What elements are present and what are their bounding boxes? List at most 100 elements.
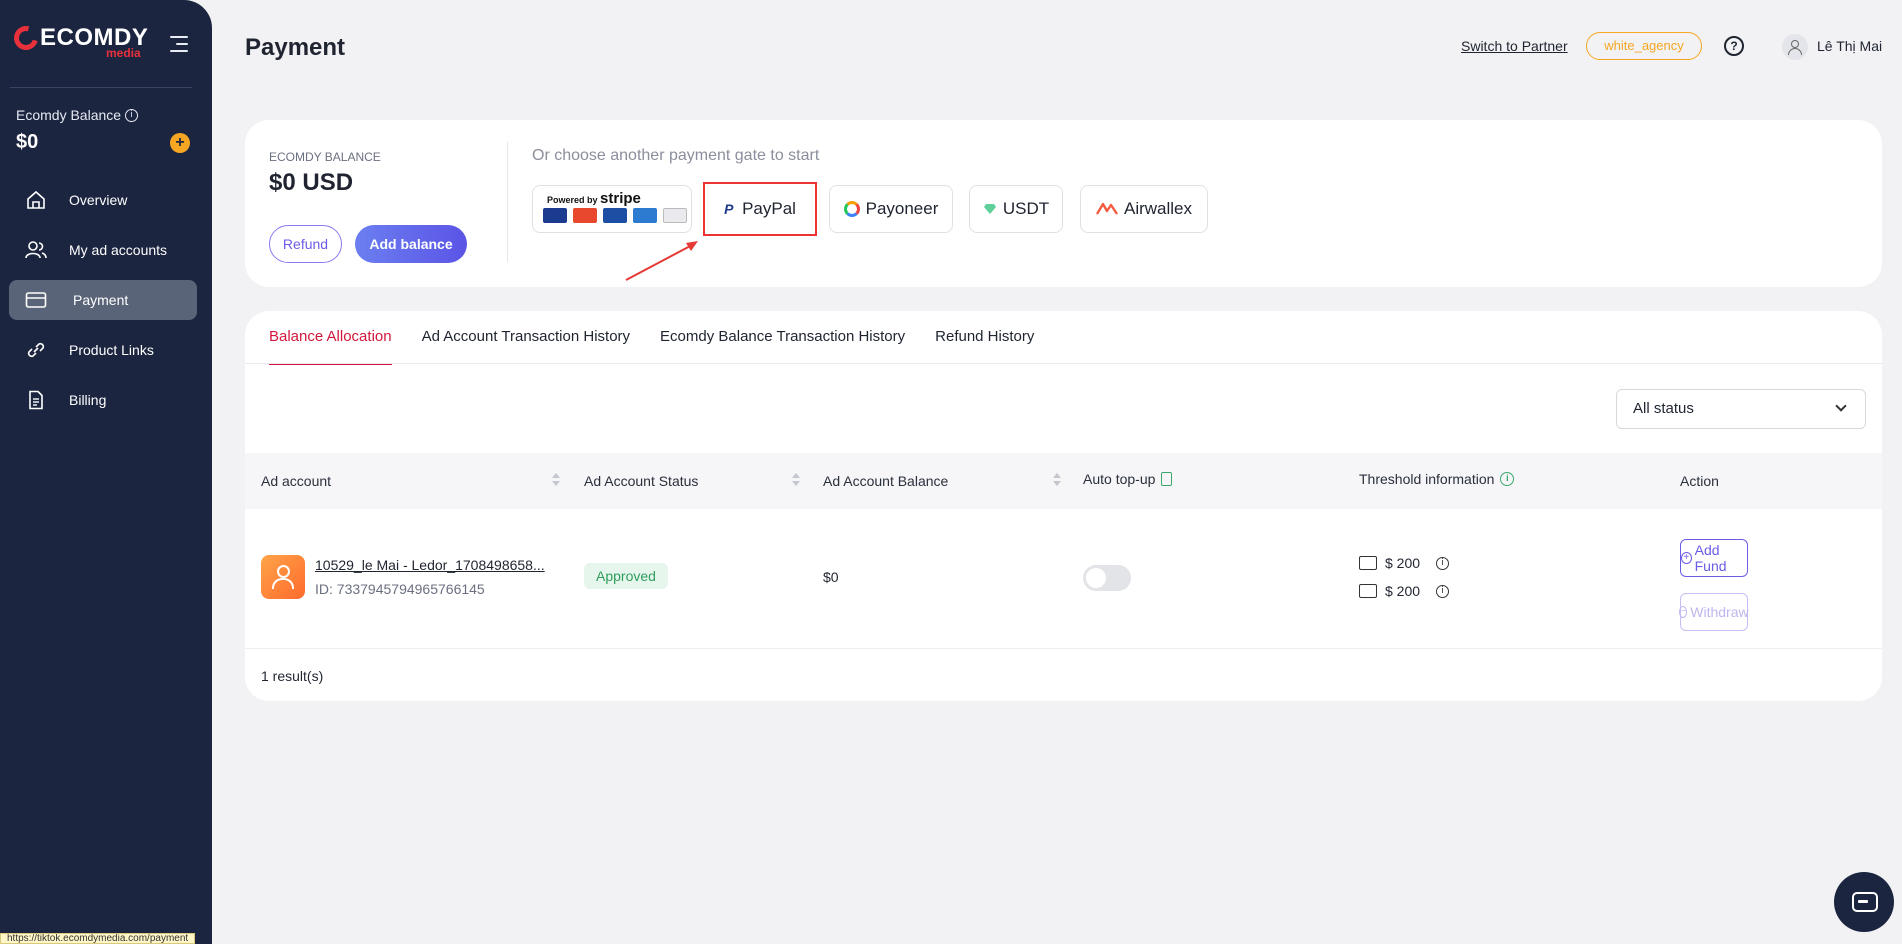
ad-account-name-link[interactable]: 10529_le Mai - Ledor_1708498658...	[315, 557, 545, 573]
sidebar-item-label: Billing	[69, 392, 107, 408]
column-threshold-information: Threshold information i	[1359, 451, 1515, 507]
chevron-down-icon	[1835, 400, 1847, 412]
allocation-card: Balance Allocation Ad Account Transactio…	[245, 311, 1882, 701]
column-ad-account-balance[interactable]: Ad Account Balance	[823, 453, 948, 509]
sidebar-item-product-links[interactable]: Product Links	[9, 330, 197, 370]
card-brands	[543, 208, 687, 223]
ecomdy-balance-value: $0 USD	[269, 169, 354, 196]
add-fund-label: Add Fund	[1694, 542, 1727, 574]
column-label: Auto top-up	[1083, 471, 1156, 487]
info-icon[interactable]: i	[1436, 584, 1450, 598]
ecomdy-logo[interactable]: ECOMDY media	[9, 21, 164, 60]
table-row: 10529_le Mai - Ledor_1708498658... ID: 7…	[245, 509, 1882, 649]
ad-account-balance: $0	[823, 569, 839, 585]
user-name[interactable]: Lê Thị Mai	[1817, 38, 1882, 54]
gate-label: USDT	[1002, 199, 1050, 218]
plus-circle-icon: +	[1681, 552, 1692, 564]
chat-icon[interactable]	[1834, 872, 1894, 932]
credit-card-icon	[25, 292, 47, 308]
document-icon	[29, 390, 43, 410]
add-fund-button[interactable]: + Add Fund	[1680, 539, 1748, 577]
airwallex-icon	[1095, 202, 1118, 215]
sort-icon[interactable]	[792, 473, 800, 487]
info-icon[interactable]: i	[125, 108, 139, 122]
vertical-divider	[507, 142, 508, 262]
refund-button[interactable]: Refund	[269, 225, 342, 263]
threshold-item: $ 200 i	[1359, 555, 1450, 571]
gate-stripe[interactable]: Powered by stripe	[532, 185, 692, 233]
help-icon[interactable]: ?	[1724, 36, 1744, 56]
sidebar-item-label: Overview	[69, 192, 128, 208]
sidebar-balance-value: $0	[16, 131, 39, 153]
tab-refund-history[interactable]: Refund History	[935, 311, 1034, 363]
ad-account-id: ID: 7337945794965766145	[315, 581, 485, 597]
threshold-item: $ 200 i	[1359, 583, 1450, 599]
sort-icon[interactable]	[1053, 473, 1061, 487]
threshold-value: $ 200	[1385, 555, 1421, 571]
status-badge: Approved	[584, 563, 668, 589]
agency-badge[interactable]: white_agency	[1586, 32, 1702, 60]
tab-balance-allocation[interactable]: Balance Allocation	[269, 311, 392, 365]
gate-paypal[interactable]: P PayPal	[703, 182, 817, 236]
switch-to-partner-link[interactable]: Switch to Partner	[1461, 38, 1568, 54]
wallet-plus-icon	[1359, 584, 1377, 598]
mastercard-icon	[573, 208, 597, 223]
column-action: Action	[1680, 453, 1719, 509]
collapse-menu-icon[interactable]	[170, 34, 192, 54]
column-label: Action	[1680, 473, 1719, 489]
status-select-value: All status	[1633, 400, 1694, 417]
avatar[interactable]	[1782, 34, 1808, 60]
column-label: Ad Account Balance	[823, 473, 949, 489]
tabs-divider	[245, 363, 1882, 364]
info-icon[interactable]: i	[1436, 556, 1450, 570]
tab-ad-account-transaction-history[interactable]: Ad Account Transaction History	[422, 311, 630, 363]
users-icon	[25, 241, 47, 259]
status-bar-url: https://tiktok.ecomdymedia.com/payment	[0, 933, 196, 944]
stripe-logo: Powered by stripe	[547, 190, 641, 207]
threshold-value: $ 200	[1385, 583, 1421, 599]
withdraw-label: Withdraw	[1690, 604, 1749, 620]
gate-label: PayPal	[742, 199, 796, 218]
sort-icon[interactable]	[552, 473, 560, 487]
sidebar-balance-label: Ecomdy Balance i	[16, 107, 139, 123]
column-ad-account[interactable]: Ad account	[261, 453, 331, 509]
sidebar-balance-text: Ecomdy Balance	[16, 107, 122, 123]
payment-gate-title: Or choose another payment gate to start	[532, 147, 820, 164]
payoneer-icon	[843, 201, 860, 217]
sidebar-item-my-ad-accounts[interactable]: My ad accounts	[9, 230, 197, 270]
ecomdy-balance-label: ECOMDY BALANCE	[269, 150, 381, 164]
status-select[interactable]: All status	[1616, 389, 1866, 429]
stripe-powered-text: Powered by	[547, 195, 598, 205]
gate-usdt[interactable]: USDT	[969, 185, 1063, 233]
gate-label: Payoneer	[865, 199, 939, 218]
link-icon	[27, 342, 45, 358]
sidebar-item-billing[interactable]: Billing	[9, 380, 197, 420]
sidebar-nav: Overview My ad accounts Payment Product …	[9, 180, 197, 430]
sidebar-item-label: Payment	[73, 292, 129, 308]
gate-label: Airwallex	[1123, 199, 1193, 218]
home-icon	[27, 190, 45, 209]
column-label: Ad Account Status	[584, 473, 699, 489]
info-icon[interactable]: i	[1500, 472, 1515, 486]
page-title: Payment	[245, 34, 346, 61]
gate-airwallex[interactable]: Airwallex	[1080, 185, 1208, 233]
gate-payoneer[interactable]: Payoneer	[829, 185, 953, 233]
column-label: Threshold information	[1359, 471, 1495, 487]
sidebar-divider	[10, 87, 192, 88]
sidebar-item-overview[interactable]: Overview	[9, 180, 197, 220]
discover-icon	[663, 208, 687, 223]
document-icon[interactable]	[1161, 472, 1173, 486]
add-balance-button[interactable]: Add balance	[355, 225, 467, 263]
balance-card: ECOMDY BALANCE $0 USD Refund Add balance…	[245, 120, 1882, 287]
usdt-icon	[983, 204, 996, 214]
add-balance-plus-icon[interactable]: +	[170, 133, 190, 153]
tab-ecomdy-balance-transaction-history[interactable]: Ecomdy Balance Transaction History	[660, 311, 905, 363]
logo-sub: media	[106, 46, 141, 60]
column-ad-account-status[interactable]: Ad Account Status	[584, 453, 698, 509]
withdraw-button[interactable]: − Withdraw	[1679, 593, 1749, 631]
sidebar-item-label: My ad accounts	[69, 242, 168, 258]
maestro-icon	[603, 208, 627, 223]
paypal-icon: P	[724, 201, 734, 217]
auto-top-up-toggle[interactable]	[1083, 565, 1131, 591]
sidebar-item-payment[interactable]: Payment	[9, 280, 197, 320]
